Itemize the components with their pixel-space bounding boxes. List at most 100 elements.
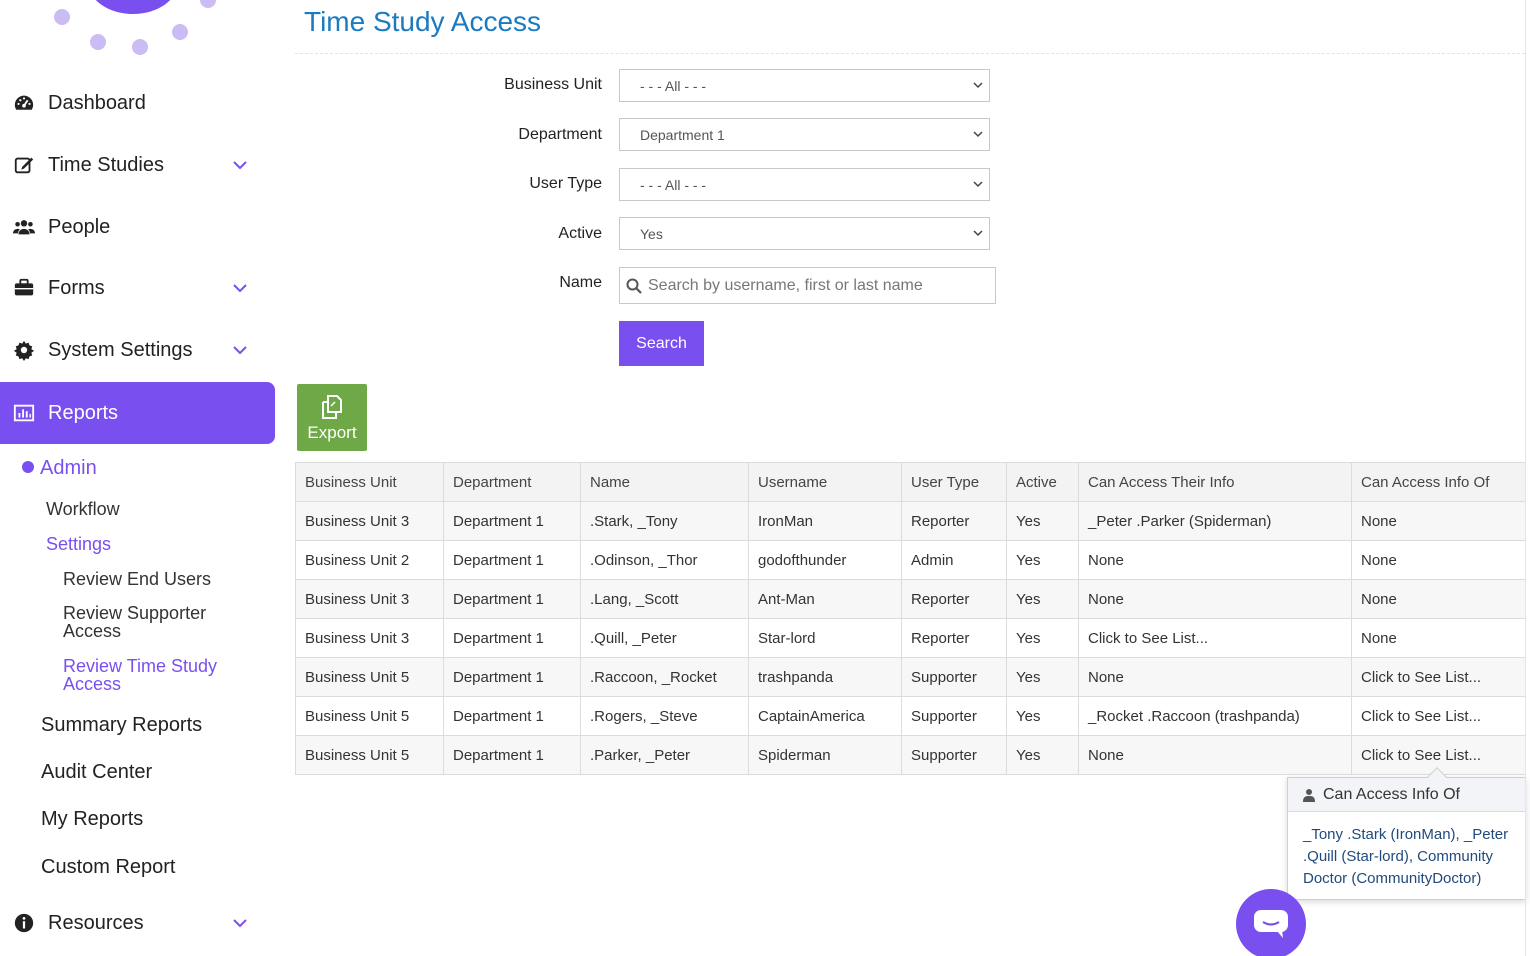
table-cell: Yes — [1006, 540, 1079, 580]
table-cell: .Odinson, _Thor — [580, 540, 749, 580]
nav-time-studies[interactable]: Time Studies — [0, 135, 275, 195]
sidebar-item-settings[interactable]: Settings — [46, 534, 111, 555]
table-cell: Department 1 — [443, 540, 581, 580]
table-cell[interactable]: Click to See List... — [1078, 618, 1352, 658]
table-cell: Yes — [1006, 501, 1079, 541]
popover-title: Can Access Info Of — [1323, 785, 1460, 803]
sidebar-item-review-supporter-access[interactable]: Review Supporter Access — [63, 604, 206, 640]
column-header[interactable]: Can Access Info Of — [1351, 462, 1526, 502]
column-header[interactable]: Username — [748, 462, 902, 502]
chevron-down-icon[interactable] — [227, 345, 253, 355]
nav-people[interactable]: People — [0, 197, 275, 257]
table-cell: trashpanda — [748, 657, 902, 697]
sidebar-item-workflow[interactable]: Workflow — [46, 499, 120, 520]
table-cell: Business Unit 5 — [295, 696, 444, 736]
dashboard-icon — [0, 92, 48, 114]
chevron-down-icon — [973, 230, 983, 237]
table-cell: .Rogers, _Steve — [580, 696, 749, 736]
name-search-input[interactable]: Search by username, first or last name — [619, 267, 996, 304]
sidebar-item-label: Review Supporter — [63, 603, 207, 623]
nav-resources[interactable]: Resources — [0, 893, 275, 953]
access-table: Business Unit Department Name Username U… — [295, 462, 1526, 775]
nav-reports[interactable]: Reports — [0, 382, 275, 444]
table-cell: Business Unit 2 — [295, 540, 444, 580]
business-unit-label: Business Unit — [504, 76, 602, 93]
user-icon — [1303, 788, 1315, 802]
nav-dashboard[interactable]: Dashboard — [0, 73, 275, 133]
table-cell: Reporter — [901, 501, 1007, 541]
nav-label: System Settings — [48, 338, 193, 361]
sidebar-item-label: Review Time Study — [63, 656, 218, 676]
column-header[interactable]: Name — [580, 462, 749, 502]
sidebar-item-review-time-study-access[interactable]: Review Time Study Access — [63, 657, 217, 693]
column-header[interactable]: Business Unit — [295, 462, 444, 502]
table-row: Business Unit 5 Department 1 .Parker, _Pet… — [295, 735, 1526, 775]
table-cell: Yes — [1006, 657, 1079, 697]
active-label: Active — [558, 225, 602, 242]
popover-header: Can Access Info Of — [1288, 778, 1525, 812]
business-unit-select[interactable]: - - - All - - - — [619, 69, 990, 102]
table-cell: Department 1 — [443, 657, 581, 697]
sidebar-item-summary-reports[interactable]: Summary Reports — [41, 714, 202, 737]
edit-icon — [0, 154, 48, 176]
sidebar-item-custom-report[interactable]: Custom Report — [41, 856, 176, 879]
nav-label: People — [48, 215, 111, 238]
column-header[interactable]: Department — [443, 462, 581, 502]
chevron-down-icon[interactable] — [227, 918, 253, 928]
chevron-down-icon[interactable] — [227, 160, 253, 170]
user-type-label: User Type — [529, 175, 602, 192]
table-cell: _Peter .Parker (Spiderman) — [1078, 501, 1352, 541]
sidebar-item-admin[interactable]: Admin — [22, 457, 97, 480]
table-cell[interactable]: Click to See List... — [1351, 696, 1526, 736]
table-cell: None — [1351, 501, 1526, 541]
search-button[interactable]: Search — [619, 321, 704, 366]
search-placeholder: Search by username, first or last name — [648, 276, 923, 294]
table-row: Business Unit 2 Department 1 .Odinson, _Th… — [295, 540, 1526, 580]
table-cell: Business Unit 5 — [295, 735, 444, 775]
nav-system-settings[interactable]: System Settings — [0, 320, 275, 380]
table-cell: Yes — [1006, 618, 1079, 658]
table-cell: None — [1078, 579, 1352, 619]
table-cell: Department 1 — [443, 735, 581, 775]
chevron-down-icon — [973, 131, 983, 138]
table-cell: .Lang, _Scott — [580, 579, 749, 619]
department-label: Department — [518, 126, 602, 143]
popover-text: .Quill (Star-lord), Community — [1303, 848, 1494, 865]
export-button[interactable]: Export — [297, 384, 367, 451]
info-icon — [0, 912, 48, 934]
column-header[interactable]: Active — [1006, 462, 1079, 502]
table-cell: CaptainAmerica — [748, 696, 902, 736]
chat-icon — [1254, 910, 1288, 938]
access-popover: Can Access Info Of _Tony .Stark (IronMan… — [1287, 767, 1526, 900]
sidebar-item-my-reports[interactable]: My Reports — [41, 808, 143, 831]
column-header[interactable]: Can Access Their Info — [1078, 462, 1352, 502]
table-row: Business Unit 3 Department 1 .Stark, _Tony… — [295, 501, 1526, 541]
sidebar-item-audit-center[interactable]: Audit Center — [41, 761, 152, 784]
chevron-down-icon[interactable] — [227, 283, 253, 293]
chat-button[interactable] — [1236, 889, 1306, 956]
gear-icon — [0, 339, 48, 361]
table-row: Business Unit 5 Department 1 .Rogers, _Ste… — [295, 696, 1526, 736]
table-cell: None — [1351, 540, 1526, 580]
sidebar-item-review-end-users[interactable]: Review End Users — [63, 569, 211, 590]
department-select[interactable]: Department 1 — [619, 118, 990, 151]
nav-label: Reports — [48, 401, 119, 424]
table-cell: Reporter — [901, 618, 1007, 658]
table-row: Business Unit 3 Department 1 .Quill, _Pete… — [295, 618, 1526, 658]
table-cell: Yes — [1006, 579, 1079, 619]
table-cell: Yes — [1006, 696, 1079, 736]
copy-icon — [322, 394, 342, 419]
nav-label: Dashboard — [48, 91, 146, 114]
nav-forms[interactable]: Forms — [0, 258, 275, 318]
table-cell: .Stark, _Tony — [580, 501, 749, 541]
user-type-select[interactable]: - - - All - - - — [619, 168, 990, 201]
name-label: Name — [559, 274, 602, 291]
table-cell: Department 1 — [443, 696, 581, 736]
page-title: Time Study Access — [304, 6, 542, 37]
active-select[interactable]: Yes — [619, 217, 990, 250]
table-cell[interactable]: Click to See List... — [1351, 657, 1526, 697]
column-header[interactable]: User Type — [901, 462, 1007, 502]
table-cell: Business Unit 5 — [295, 657, 444, 697]
popover-text: _Tony .Stark (IronMan), _Peter — [1303, 826, 1509, 843]
table-cell: Business Unit 3 — [295, 501, 444, 541]
